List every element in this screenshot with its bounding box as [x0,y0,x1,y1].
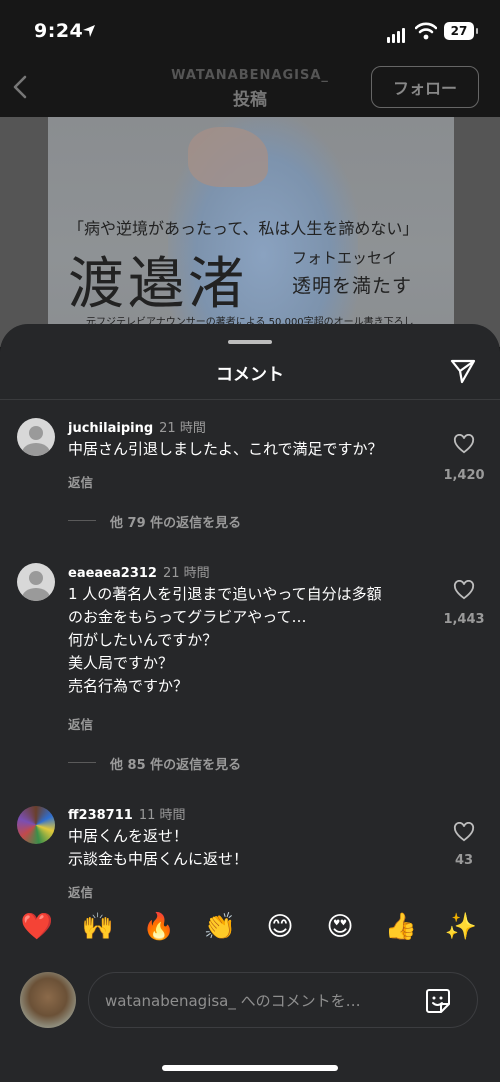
home-indicator [162,1065,338,1071]
emoji-clap[interactable]: 👏 [200,912,240,942]
heart-outline-icon[interactable] [453,434,475,454]
book-quote: 「病や逆境があったって、私は人生を諦めない」 [68,219,419,238]
emoji-heart-eyes[interactable]: 😍 [320,912,360,942]
divider [68,762,96,763]
reply-button[interactable]: 返信 [68,882,93,901]
divider [68,520,96,521]
emoji-raised-hands[interactable]: 🙌 [78,912,118,942]
comment-text: 中居さん引退しましたよ、これで満足ですか？ [68,440,383,458]
book-subtitle: 透明を満たす [292,275,413,297]
comment-username[interactable]: juchilaiping [68,421,153,436]
view-replies-button[interactable]: 他 79 件の返信を見る [110,512,241,531]
comment-username[interactable]: eaeaea2312 [68,566,157,581]
heart-outline-icon[interactable] [453,822,475,842]
avatar [20,972,76,1028]
location-arrow-icon [83,25,95,37]
book-title: 渡邉渚 [68,252,248,317]
avatar[interactable] [17,806,55,844]
avatar[interactable] [17,418,55,456]
view-replies-button[interactable]: 他 85 件の返信を見る [110,754,241,773]
like-count: 1,443 [443,612,485,627]
emoji-thumbs-up[interactable]: 👍 [381,912,421,942]
reply-button[interactable]: 返信 [68,714,93,733]
status-time: 9:24 [34,20,84,42]
book-subtitle-label: フォトエッセイ [292,249,398,267]
send-icon[interactable] [449,357,477,385]
comment-placeholder: watanabenagisa_ へのコメントを… [105,992,361,1010]
sheet-grabber[interactable] [228,340,272,344]
status-bar: 9:24 27 [0,0,500,62]
follow-button[interactable]: フォロー [371,66,479,108]
comment-input[interactable]: watanabenagisa_ へのコメントを… [88,972,478,1028]
comment-time: 21 時間 [159,421,206,436]
sticker-icon[interactable] [424,987,452,1015]
post-header: WATANABENAGISA_ 投稿 フォロー [0,62,500,117]
divider [0,399,500,400]
emoji-sparkles[interactable]: ✨ [441,912,481,942]
emoji-fire[interactable]: 🔥 [139,912,179,942]
heart-outline-icon[interactable] [453,580,475,600]
comment-composer: watanabenagisa_ へのコメントを… [0,964,500,1044]
post-image: 「病や逆境があったって、私は人生を諦めない」 渡邉渚 フォトエッセイ 透明を満た… [0,117,500,347]
emoji-reaction-bar: ❤️ 🙌 🔥 👏 😊 😍 👍 ✨ [0,912,500,958]
comment-time: 21 時間 [162,566,210,581]
comment-time: 11 時間 [138,808,186,823]
battery-indicator: 27 [444,22,478,40]
avatar[interactable] [17,563,55,601]
comment-username[interactable]: ff238711 [68,808,133,823]
reply-button[interactable]: 返信 [68,472,93,491]
wifi-icon [415,22,437,40]
like-count: 43 [454,853,474,868]
cellular-signal-icon [387,24,407,43]
comment-text: 中居くんを返せ！ 示談金も中居くんに返せ！ [68,827,249,868]
like-count: 1,420 [443,468,485,483]
emoji-heart[interactable]: ❤️ [17,912,57,942]
emoji-smile[interactable]: 😊 [260,912,300,942]
sheet-title: コメント [216,365,284,385]
comment-text: 1 人の著名人を引退まで追いやって自分は多額 のお金をもらってグラビアやって… … [68,585,382,695]
hand-graphic [188,127,268,187]
